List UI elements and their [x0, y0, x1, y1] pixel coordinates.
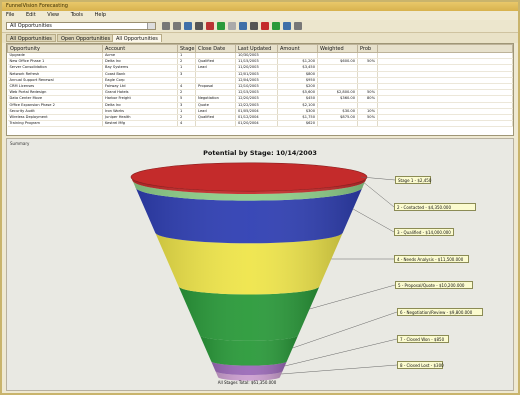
tab-all-opportunities[interactable]: All Opportunities [6, 34, 56, 42]
filter-combo[interactable]: All Opportunities [6, 22, 156, 30]
tab-active[interactable]: All Opportunities [112, 34, 162, 42]
table-cell: $620 [277, 120, 318, 128]
save-icon[interactable] [184, 22, 192, 30]
funnel-top-segment[interactable] [130, 162, 368, 192]
leader-line [281, 364, 398, 375]
back-icon[interactable] [162, 22, 170, 30]
menu-tools[interactable]: Tools [71, 12, 83, 18]
funnel-panel: Summary Potential by Stage: 10/14/2003 S… [6, 138, 514, 391]
column-header[interactable]: Prob [357, 44, 378, 53]
tab-label: Open Opportunities [61, 36, 111, 42]
column-header-filler [377, 44, 513, 53]
help-icon[interactable] [294, 22, 302, 30]
leader-line [352, 208, 395, 233]
filter-icon[interactable] [206, 22, 214, 30]
print-icon[interactable] [195, 22, 203, 30]
table-cell: 01/20/2004 [235, 120, 278, 128]
table-cell [195, 120, 236, 128]
table-cell [377, 120, 513, 128]
table-cell: Kestrel Mfg [102, 120, 178, 128]
stage-label: 6 - Negotiation/Review - $9,800.000 [397, 308, 483, 316]
opportunity-grid[interactable]: Opportunity Account Stage Close Date Last Up… [6, 43, 514, 136]
stage-label: 4 - Needs Analysis - $11,500.000 [394, 255, 469, 263]
tab-label: All Opportunities [116, 36, 158, 42]
column-header[interactable]: Account [102, 44, 178, 53]
funnel-icon[interactable] [261, 22, 269, 30]
table-cell [317, 120, 358, 128]
chart-icon[interactable] [217, 22, 225, 30]
table-row[interactable]: Training Program Kestrel Mfg 4 01/20/2004 $6… [7, 120, 513, 128]
leader-line [309, 284, 396, 310]
app-window: FunnelVision Forecasting File Edit View … [0, 0, 520, 395]
column-header[interactable]: Weighted [317, 44, 358, 53]
leader-line [364, 182, 395, 208]
funnel-chart [130, 162, 398, 381]
forward-icon[interactable] [173, 22, 181, 30]
filter-combo-value: All Opportunities [10, 23, 52, 29]
funnel-total-label: All Stages Total: $61,350.000 [217, 380, 277, 385]
stage-label: 3 - Qualified - $14,000.000 [394, 228, 454, 236]
menu-help[interactable]: Help [95, 12, 106, 18]
menu-edit[interactable]: Edit [26, 12, 36, 18]
leader-line [284, 338, 398, 367]
column-header[interactable]: Last Updated [235, 44, 278, 53]
sort-icon[interactable] [250, 22, 258, 30]
tab-label: All Opportunities [10, 36, 52, 42]
column-header[interactable]: Close Date [195, 44, 236, 53]
table-icon[interactable] [228, 22, 236, 30]
tab-open-opportunities[interactable]: Open Opportunities [57, 34, 115, 42]
menu-file[interactable]: File [6, 12, 14, 18]
stage-label: Stage 1 - $2,450 [395, 176, 431, 184]
column-header[interactable]: Amount [277, 44, 318, 53]
stage-label: 7 - Closed Won - $850 [397, 335, 449, 343]
column-header[interactable]: Opportunity [7, 44, 103, 53]
stage-label: 2 - Contacted - $4,350.000 [394, 203, 476, 211]
chevron-down-icon[interactable] [147, 23, 155, 29]
table-cell: Training Program [7, 120, 103, 128]
view-tabs: All Opportunities Open Opportunities All… [2, 33, 518, 43]
table-cell: 4 [177, 120, 196, 128]
stage-label: 8 - Closed Lost - $300 [397, 361, 444, 369]
zoom-icon[interactable] [283, 22, 291, 30]
window-title: FunnelVision Forecasting [6, 3, 68, 9]
title-bar: FunnelVision Forecasting [2, 2, 518, 11]
column-header[interactable]: Stage [177, 44, 196, 53]
toolbar: All Opportunities [2, 20, 518, 33]
menu-bar: File Edit View Tools Help [2, 11, 518, 20]
menu-view[interactable]: View [47, 12, 59, 18]
export-icon[interactable] [272, 22, 280, 30]
refresh-icon[interactable] [239, 22, 247, 30]
stage-label: 5 - Proposal/Quote - $10,200.000 [395, 281, 473, 289]
table-cell [357, 120, 378, 128]
